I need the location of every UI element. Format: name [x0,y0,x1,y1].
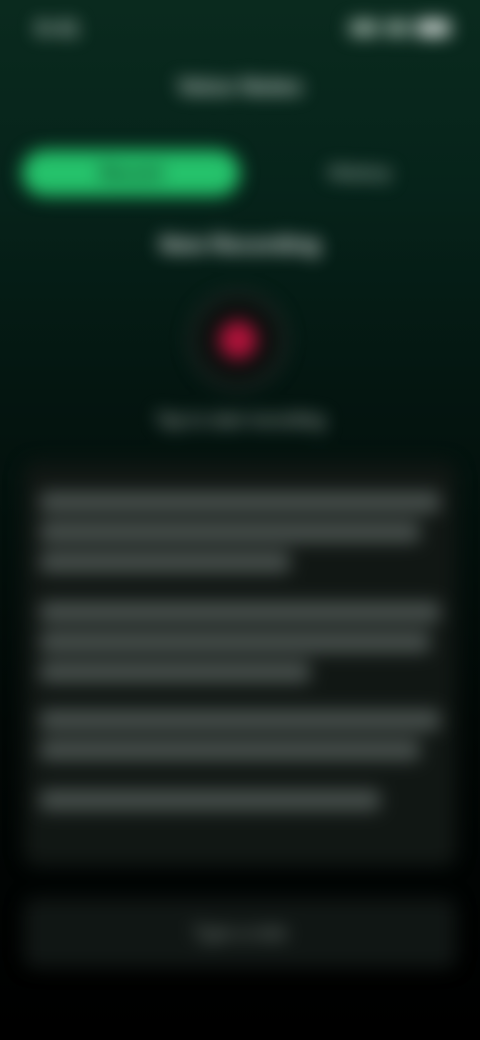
status-time: 9:41 [36,18,81,40]
battery-icon [416,20,450,36]
record-icon [219,321,257,359]
note-input[interactable]: Type a note [24,898,456,968]
transcript-text-block [40,710,440,730]
transcript-text-block [40,632,430,652]
transcript-text-block [40,492,440,512]
session-title: New Recording [159,232,321,257]
transcript-text-block [40,602,440,622]
transcript-text-block [40,552,290,572]
tab-history[interactable]: History [262,150,458,196]
transcript-card [24,462,456,866]
signal-icon [350,21,378,35]
record-caption: Tap to start recording [155,410,325,430]
status-bar: 9:41 [0,18,480,42]
status-icons [350,20,450,36]
tab-record[interactable]: Record [22,150,240,196]
blurred-content: 9:41 Voice Notes Record History New Reco… [0,0,480,1040]
transcript-text-block [40,662,310,682]
page-title: Voice Notes [177,74,303,99]
record-button[interactable] [190,292,286,388]
transcript-text-block [40,522,420,542]
transcript-text-block [40,790,380,810]
tab-bar: Record History [22,150,458,196]
wifi-icon [386,21,408,35]
transcript-text-block [40,740,420,760]
app-screen: 9:41 Voice Notes Record History New Reco… [0,0,480,1040]
